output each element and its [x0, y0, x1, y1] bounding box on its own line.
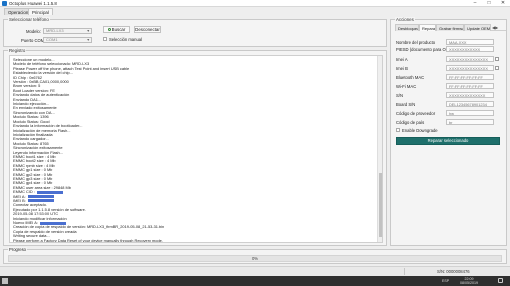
tab-reparar[interactable]: Reparar [419, 24, 436, 31]
port-select[interactable]: COM1 ▼ [43, 37, 92, 43]
imei-a-checkbox[interactable] [495, 57, 499, 61]
imei-b-checkbox[interactable] [495, 66, 499, 70]
piesd-label: PIESD (documento para O [396, 47, 446, 52]
progress-bar: 0% [8, 255, 502, 262]
manual-select-label: Selección manual [109, 37, 143, 42]
actions-panel: Acciones Desbloquear Reparar Grabar firm… [390, 17, 507, 246]
tab-grabar-firmware[interactable]: Grabar firmware [436, 24, 464, 31]
app-icon [2, 1, 7, 6]
port-label: Puerto COM: [21, 38, 46, 43]
serial-number-input[interactable] [446, 92, 494, 98]
model-label: Modelo: [26, 29, 41, 34]
imei-b-input[interactable] [446, 65, 494, 71]
log-scrollbar-thumb[interactable] [379, 173, 382, 237]
log-line: Iniciando modificar información [13, 215, 67, 221]
actions-tabs: Desbloquear Reparar Grabar firmware Upda… [395, 24, 506, 31]
progress-text: 0% [251, 256, 259, 261]
bluetooth-mac-input[interactable] [446, 74, 494, 80]
chevron-down-icon: ▼ [86, 29, 90, 33]
redacted-value-highlight [27, 195, 54, 199]
bluetooth-mac-label: Bluetooth MAC [396, 75, 425, 80]
repair-selected-button[interactable]: Reparar seleccionado [396, 137, 500, 145]
chevron-down-icon: ▼ [86, 38, 90, 42]
board-sn-label: Board S/N [396, 102, 416, 107]
windows-start-icon[interactable] [2, 278, 8, 284]
wifi-mac-label: Wi-Fi MAC [396, 84, 417, 89]
serial-number-label: S/N [396, 93, 403, 98]
tab-scroll-arrows-icon[interactable]: ◀▶ [492, 25, 498, 30]
title-bar: Octoplus Huawei 1.1.5.8 – □ ✕ [0, 0, 510, 7]
port-value: COM1 [46, 37, 58, 42]
progress-panel: Progreso 0% [3, 247, 507, 264]
imei-a-label: Imei A [396, 57, 408, 62]
taskbar: ESP 22:09 08/05/2019 [0, 276, 510, 286]
clock-date: 08/05/2019 [460, 281, 478, 285]
log-panel: Registro Seleccione un modelo... Modelo d… [3, 48, 387, 246]
notifications-icon[interactable] [498, 278, 503, 283]
search-button-label: Buscar [111, 27, 126, 32]
redacted-value-highlight [36, 190, 63, 194]
log-lines: Seleccione un modelo... Modelo de teléfon… [13, 57, 375, 243]
app-window: Octoplus Huawei 1.1.5.8 – □ ✕ Operacione… [0, 0, 510, 276]
device-panel-title: Seleccionar teléfono [8, 17, 50, 22]
vendor-code-input[interactable] [446, 110, 494, 116]
close-button[interactable]: ✕ [496, 0, 510, 7]
manual-select-checkbox[interactable] [103, 37, 107, 41]
tab-desbloquear[interactable]: Desbloquear [395, 24, 419, 31]
log-scrollbar[interactable] [377, 56, 382, 242]
product-name-label: Nombre del producto [396, 40, 436, 45]
imei-b-label: Imei B [396, 66, 408, 71]
menu-tabs: Operaciones Principal [0, 8, 510, 15]
log-textarea[interactable]: Seleccione un modelo... Modelo de teléfon… [9, 55, 383, 243]
log-line: Please perform a Factory Data Reset of y… [13, 237, 163, 243]
model-value: MRD-LX3 [46, 28, 64, 33]
status-serial: S/N: 0000008476 [437, 269, 470, 274]
clock[interactable]: 22:09 08/05/2019 [460, 277, 478, 285]
device-panel: Seleccionar teléfono Modelo: MRD-LX3 ▼ P… [3, 17, 387, 47]
product-name-input[interactable] [446, 39, 494, 45]
piesd-input[interactable] [446, 46, 494, 52]
imei-a-input[interactable] [446, 56, 494, 62]
actions-panel-title: Acciones [395, 17, 415, 22]
country-code-label: Código de país [396, 120, 425, 125]
board-sn-input[interactable] [446, 101, 494, 107]
vendor-code-label: Código de proveedor [396, 111, 436, 116]
search-button[interactable]: Buscar [103, 26, 130, 33]
wifi-mac-input[interactable] [446, 83, 494, 89]
tab-principal[interactable]: Principal [28, 8, 53, 15]
tab-update-oemi[interactable]: Update OEMI [464, 24, 491, 31]
log-panel-title: Registro [8, 48, 27, 53]
country-code-input[interactable] [446, 119, 494, 125]
progress-title: Progreso [8, 247, 27, 252]
minimize-button[interactable]: – [468, 0, 482, 7]
maximize-button[interactable]: □ [482, 0, 496, 7]
status-divider [404, 268, 405, 275]
enable-downgrade-label: Enable Downgrade [402, 128, 438, 133]
language-indicator[interactable]: ESP [442, 279, 449, 283]
enable-downgrade-checkbox[interactable] [396, 128, 400, 132]
search-icon [107, 28, 111, 32]
window-title: Octoplus Huawei 1.1.5.8 [9, 1, 57, 6]
disconnect-button[interactable]: Desconectar [134, 26, 161, 33]
status-bar: S/N: 0000008476 [0, 266, 510, 276]
model-select[interactable]: MRD-LX3 ▼ [43, 28, 92, 34]
log-line: EMMC user area size : 29848 Mb [13, 184, 71, 190]
